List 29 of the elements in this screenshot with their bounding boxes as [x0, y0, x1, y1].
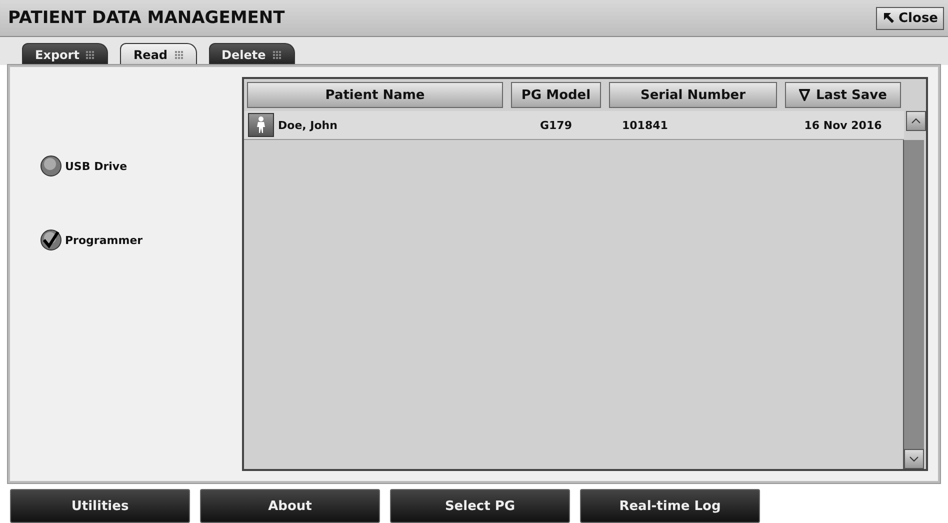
- tab[interactable]: Export: [22, 43, 108, 65]
- person-icon: [255, 116, 267, 134]
- window-title: PATIENT DATA MANAGEMENT: [8, 8, 285, 28]
- grip-icon: [174, 50, 184, 60]
- column-header[interactable]: Last Save: [785, 82, 901, 108]
- table-cell: Doe, John: [278, 118, 338, 132]
- scroll-down-button[interactable]: [904, 449, 924, 469]
- table-cell: 16 Nov 2016: [804, 118, 882, 132]
- menu-button[interactable]: Real-time Log: [580, 489, 760, 523]
- table-row[interactable]: Doe, John G179 101841 16 Nov 2016: [244, 111, 904, 140]
- scroll-up-button[interactable]: [906, 111, 926, 131]
- table-cell: G179: [540, 118, 572, 132]
- column-header[interactable]: Patient Name: [247, 82, 503, 108]
- tab[interactable]: Delete: [208, 43, 295, 65]
- radio-option[interactable]: USB Drive: [40, 155, 232, 177]
- grip-icon: [272, 50, 282, 60]
- menu-button[interactable]: Select PG: [390, 489, 570, 523]
- column-header[interactable]: PG Model: [511, 82, 601, 108]
- arrow-icon: [882, 11, 896, 25]
- close-button[interactable]: Close: [876, 6, 944, 30]
- column-header[interactable]: Serial Number: [609, 82, 777, 108]
- person-button[interactable]: [248, 113, 274, 137]
- radio-option[interactable]: Programmer: [40, 229, 232, 251]
- table-cell: 101841: [622, 118, 668, 132]
- tab[interactable]: Read: [120, 43, 197, 65]
- scrollbar[interactable]: [903, 140, 924, 469]
- menu-button[interactable]: About: [200, 489, 380, 523]
- menu-button[interactable]: Utilities: [10, 489, 190, 523]
- grip-icon: [85, 50, 96, 60]
